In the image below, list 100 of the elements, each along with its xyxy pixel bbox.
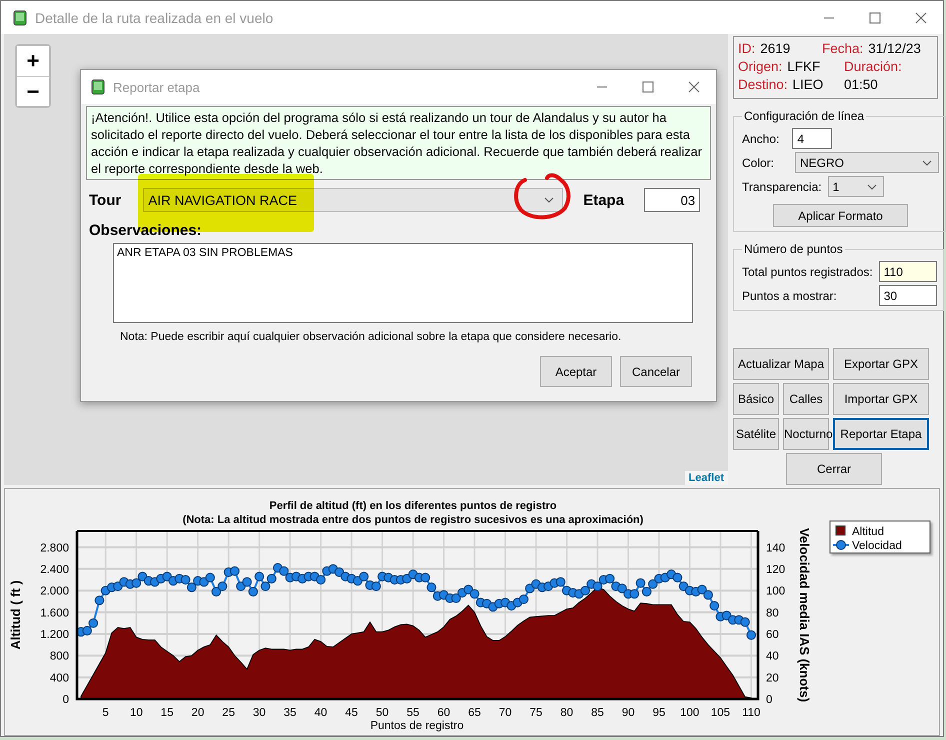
x-tick-label: 55: [406, 707, 420, 719]
speed-point: [248, 586, 258, 596]
group-title: Configuración de línea: [743, 109, 866, 123]
info-value: 31/12/23: [868, 40, 921, 58]
transparency-dropdown[interactable]: 1: [828, 176, 884, 197]
map-action-button[interactable]: Reportar Etapa: [833, 418, 929, 450]
x-tick-label: 35: [284, 707, 296, 719]
speed-point: [266, 574, 276, 584]
speed-point: [605, 574, 615, 584]
y-tick-label: 0: [62, 694, 69, 706]
x-tick-label: 45: [345, 707, 358, 719]
group-title: Número de puntos: [743, 242, 844, 256]
apply-format-button[interactable]: Aplicar Formato: [773, 204, 908, 227]
speed-point: [211, 586, 222, 596]
speed-point: [556, 577, 566, 587]
stage-field[interactable]: 03: [644, 188, 700, 212]
color-dropdown[interactable]: NEGRO: [795, 152, 940, 173]
speed-point: [218, 581, 228, 592]
x-tick-label: 20: [191, 707, 204, 719]
cancel-button[interactable]: Cancelar: [620, 356, 692, 387]
y-tick-label: 2.800: [40, 542, 69, 554]
speed-point: [697, 584, 707, 594]
maximize-icon[interactable]: [642, 81, 654, 93]
info-value: LIEO: [792, 76, 824, 94]
speed-point: [260, 581, 270, 592]
speed-point: [470, 589, 480, 599]
speed-point: [316, 574, 326, 585]
y-tick-label: 800: [50, 650, 69, 663]
attribution-link[interactable]: Leaflet: [684, 471, 728, 485]
map-action-button[interactable]: Exportar GPX: [833, 348, 929, 380]
y-tick-label: 1.600: [40, 607, 69, 620]
speed-point: [630, 589, 640, 599]
speed-point: [94, 596, 104, 606]
window-icon: [13, 10, 27, 26]
dialog-icon: [91, 79, 105, 95]
map-action-button[interactable]: Importar GPX: [833, 383, 929, 415]
speed-point: [648, 579, 658, 589]
y2-tick-label: 40: [766, 650, 779, 663]
info-value: 01:50: [844, 76, 878, 94]
transparency-label: Transparencia:: [742, 180, 822, 194]
map-action-button[interactable]: Básico: [733, 383, 779, 415]
x-tick-label: 5: [102, 707, 109, 719]
y-axis-title: Altitud ( ft ): [8, 580, 23, 650]
chart-title: Perfil de altitud (ft) en los diferentes puntos de registro: [269, 500, 557, 512]
zoom-out-button[interactable]: −: [17, 76, 49, 106]
accept-button[interactable]: Aceptar: [540, 356, 612, 387]
caret-icon: [922, 160, 932, 166]
speed-point: [518, 594, 529, 604]
shown-points-field[interactable]: 30: [878, 285, 937, 306]
y-tick-label: 2.400: [40, 564, 69, 576]
map-action-button[interactable]: Cerrar: [786, 453, 882, 485]
info-value: 2619: [760, 40, 790, 58]
speed-point: [420, 572, 430, 582]
info-label: Duración:: [844, 58, 902, 76]
maximize-icon[interactable]: [869, 12, 881, 24]
total-points-field: 110: [878, 261, 937, 282]
y2-tick-label: 100: [766, 586, 786, 598]
speed-point: [617, 584, 627, 594]
speed-point: [740, 617, 750, 627]
x-tick-label: 105: [710, 707, 730, 719]
map-action-button[interactable]: Actualizar Mapa: [733, 348, 829, 380]
map-action-button[interactable]: Calles: [783, 383, 829, 415]
speed-point: [205, 572, 215, 582]
width-field[interactable]: 4: [792, 128, 832, 149]
caret-icon: [866, 184, 877, 190]
x-tick-label: 110: [742, 707, 760, 719]
speed-point: [703, 590, 713, 600]
x-tick-label: 25: [222, 707, 235, 719]
map-action-button[interactable]: Satélite: [733, 418, 779, 450]
legend-marker: [833, 540, 849, 550]
speed-point: [371, 581, 381, 592]
speed-point: [186, 582, 196, 592]
speed-point: [592, 581, 602, 592]
y-tick-label: 2.000: [40, 586, 69, 598]
y2-tick-label: 0: [766, 694, 772, 706]
width-label: Ancho:: [742, 132, 780, 146]
speed-point: [132, 578, 142, 588]
speed-point: [636, 578, 646, 588]
window-title: Detalle de la ruta realizada en el vuelo: [35, 10, 274, 26]
chart-subtitle: (Nota: La altitud mostrada entre dos puntos de registro sucesivos es una aproximación): [182, 514, 644, 526]
x-tick-label: 40: [314, 707, 328, 719]
info-label: Destino:: [738, 76, 788, 94]
x-tick-label: 85: [591, 707, 604, 719]
info-label: ID:: [738, 40, 756, 58]
x-tick-label: 30: [252, 707, 266, 719]
y2-tick-label: 140: [766, 542, 786, 554]
notes-field[interactable]: ANR ETAPA 03 SIN PROBLEMAS: [113, 243, 693, 323]
info-value: LFKF: [787, 58, 820, 76]
x-axis-title: Puntos de registro: [370, 720, 464, 732]
speed-point: [88, 618, 98, 628]
info-label: Origen:: [738, 58, 782, 76]
y-tick-label: 1.200: [40, 628, 69, 641]
tour-label: Tour: [89, 192, 122, 208]
close-icon[interactable]: [688, 81, 700, 93]
speed-point: [746, 630, 756, 640]
legend-label: Altitud: [852, 526, 884, 538]
close-icon[interactable]: [915, 12, 927, 24]
legend-swatch: [836, 526, 846, 536]
x-tick-label: 65: [468, 707, 481, 719]
speed-point: [359, 572, 369, 582]
